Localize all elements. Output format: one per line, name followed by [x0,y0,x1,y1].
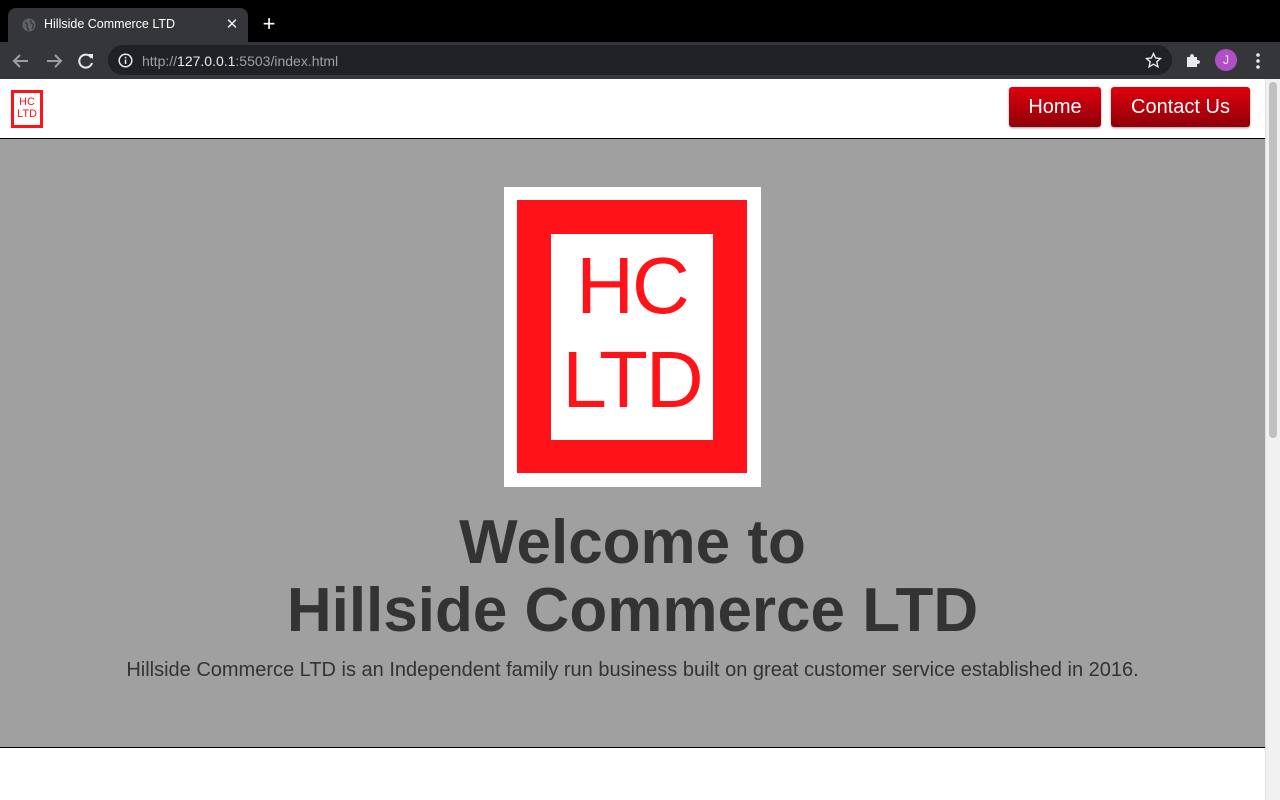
hero-logo-inner: HC LTD [551,234,713,440]
profile-avatar[interactable]: J [1215,49,1237,71]
hero-logo-red-frame: HC LTD [517,200,747,473]
site-header: HC LTD Home Contact Us [0,79,1265,139]
reload-icon[interactable] [75,50,97,72]
scrollbar-thumb[interactable] [1269,82,1277,438]
extensions-puzzle-icon[interactable] [1184,51,1202,69]
header-logo-inner: HC LTD [14,93,40,125]
hero-section: HC LTD Welcome to Hillside Commerce LTD … [0,139,1265,748]
hero-logo: HC LTD [504,187,761,487]
hero-title-line2: Hillside Commerce LTD [286,576,979,645]
url-host: 127.0.0.1 [177,53,236,69]
header-logo-line1: HC [19,96,35,108]
page-viewport: HC LTD Home Contact Us HC LTD Welcome to… [0,79,1265,800]
close-tab-icon[interactable]: ✕ [223,16,241,34]
hero-logo-line1: HC [576,241,690,330]
nav-home-button[interactable]: Home [1009,87,1101,127]
info-icon[interactable] [118,53,133,68]
bookmark-star-icon[interactable] [1145,52,1162,69]
nav-contact-us-button[interactable]: Contact Us [1111,87,1250,127]
new-tab-icon[interactable]: + [258,13,280,35]
browser-tab[interactable]: Hillside Commerce LTD ✕ [8,8,248,42]
browser-tab-strip: Hillside Commerce LTD ✕ + [0,0,1280,42]
kebab-menu-icon[interactable] [1252,50,1264,72]
hero-title-line1: Welcome to [459,508,806,577]
header-logo[interactable]: HC LTD [11,90,43,128]
page-scrollbar[interactable] [1265,79,1280,800]
browser-toolbar: http://127.0.0.1:5503/index.html J [0,42,1280,79]
tab-title: Hillside Commerce LTD [44,17,176,31]
globe-icon [22,18,36,32]
hero-logo-line2: LTD [562,335,703,424]
hero-subtitle: Hillside Commerce LTD is an Independent … [126,659,1139,681]
url-text[interactable]: http://127.0.0.1:5503/index.html [142,53,338,69]
forward-arrow-icon[interactable] [43,50,65,72]
header-logo-line2: LTD [17,108,37,120]
url-scheme: http:// [142,53,178,69]
back-arrow-icon[interactable] [10,50,32,72]
url-path: :5503/index.html [235,53,339,69]
hero-title: Welcome to Hillside Commerce LTD [0,509,1265,645]
address-bar[interactable]: http://127.0.0.1:5503/index.html [108,45,1172,75]
